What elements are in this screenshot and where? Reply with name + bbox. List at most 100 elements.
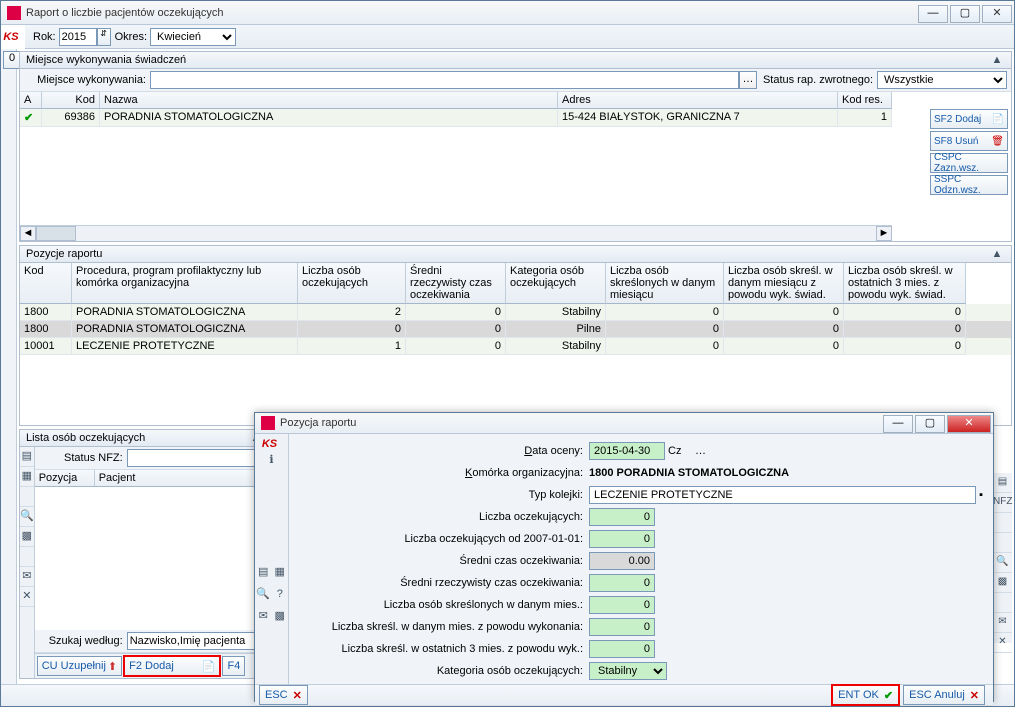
skres-label: Liczba osób skreślonych w danym mies.: bbox=[289, 599, 589, 611]
locz-label: Liczba oczekujących: bbox=[289, 511, 589, 523]
lista-title: Lista osób oczekujących bbox=[26, 432, 145, 444]
col-a[interactable]: A bbox=[20, 92, 42, 109]
typ-lookup-button[interactable]: ▪ bbox=[979, 489, 983, 501]
modal-left-tools: KS ℹ ▤▦ 🔍? ✉▩ bbox=[255, 434, 289, 684]
pozycje-row[interactable]: 1800PORADNIA STOMATOLOGICZNA00Pilne000 bbox=[20, 321, 1011, 338]
rtool-nfz[interactable]: NFZ bbox=[993, 493, 1012, 513]
tool-calc-icon[interactable]: ▦ bbox=[20, 467, 34, 487]
modal-title: Pozycja raportu bbox=[280, 417, 883, 429]
status-label: Status rap. zwrotnego: bbox=[763, 74, 873, 86]
rok-label: Rok: bbox=[33, 31, 56, 43]
maximize-button[interactable]: ▢ bbox=[950, 5, 980, 23]
tool-blank bbox=[20, 487, 34, 507]
komorka-value: 1800 PORADNIA STOMATOLOGICZNA bbox=[589, 467, 983, 479]
tool-x-icon[interactable]: ✕ bbox=[20, 587, 34, 607]
tool-mail-icon[interactable]: ✉ bbox=[20, 567, 34, 587]
locz07-input[interactable] bbox=[589, 530, 655, 548]
modal-ks-logo: KS bbox=[255, 438, 284, 450]
f4-button[interactable]: F4 bbox=[222, 656, 245, 676]
modal-info-icon[interactable]: ℹ bbox=[255, 450, 288, 472]
tool-search-icon[interactable]: 🔍 bbox=[20, 507, 34, 527]
modal-tool2-icon[interactable]: ▦ bbox=[272, 562, 289, 584]
ent-ok-button[interactable]: ENT OK✔ bbox=[832, 685, 899, 705]
rtool-doc-icon[interactable]: ▤ bbox=[993, 473, 1012, 493]
cu-uzupelnij-button[interactable]: CU Uzupełnij⬆ bbox=[37, 656, 122, 676]
miejsce-hscroll[interactable]: ◄► bbox=[20, 225, 892, 241]
modal-mail-icon[interactable]: ✉ bbox=[255, 606, 272, 628]
cancel-x-icon: ✕ bbox=[970, 689, 979, 702]
rtool-blank3 bbox=[993, 593, 1012, 613]
pozycje-row[interactable]: 10001LECZENIE PROTETYCZNE10Stabilny000 bbox=[20, 338, 1011, 355]
left-gutter: 0 bbox=[1, 49, 17, 684]
tool-grid-icon[interactable]: ▩ bbox=[20, 527, 34, 547]
rok-input[interactable] bbox=[59, 28, 97, 46]
trash-icon: 🗑 bbox=[991, 136, 1004, 147]
minimize-button[interactable]: — bbox=[918, 5, 948, 23]
szukaj-label: Szukaj według: bbox=[43, 635, 123, 647]
kat-select[interactable]: Stabilny bbox=[589, 662, 667, 680]
skresw-label: Liczba skreśl. w danym mies. z powodu wy… bbox=[289, 621, 589, 633]
rtool-x-icon[interactable]: ✕ bbox=[993, 633, 1012, 653]
lista-status-label: Status NFZ: bbox=[43, 452, 123, 464]
pozycje-title: Pozycje raportu bbox=[26, 248, 102, 260]
miejsce-input[interactable] bbox=[150, 71, 739, 89]
close-button[interactable]: ✕ bbox=[982, 5, 1012, 23]
sspc-button[interactable]: SSPC Odzn.wsz. bbox=[930, 175, 1008, 195]
modal-maximize-button[interactable]: ▢ bbox=[915, 415, 945, 433]
rtool-blank2 bbox=[993, 533, 1012, 553]
modal-tool1-icon[interactable]: ▤ bbox=[255, 562, 272, 584]
modal-help-icon[interactable]: ? bbox=[272, 584, 289, 606]
row-check-icon: ✔ bbox=[20, 109, 42, 127]
col-nazwa[interactable]: Nazwa bbox=[100, 92, 558, 109]
rtool-mail-icon[interactable]: ✉ bbox=[993, 613, 1012, 633]
sf8-usun-button[interactable]: SF8 Usuń🗑 bbox=[930, 131, 1008, 151]
data-lookup-button[interactable]: … bbox=[695, 445, 706, 457]
rtool-search-icon[interactable]: 🔍 bbox=[993, 553, 1012, 573]
miejsce-collapse[interactable]: ▲ bbox=[989, 54, 1005, 66]
status-select[interactable]: Wszystkie bbox=[877, 71, 1007, 89]
col-adres[interactable]: Adres bbox=[558, 92, 838, 109]
tool-doc-icon[interactable]: ▤ bbox=[20, 447, 34, 467]
tool-blank2 bbox=[20, 547, 34, 567]
x-icon: ✕ bbox=[293, 689, 302, 702]
main-titlebar: Raport o liczbie pacjentów oczekujących … bbox=[1, 1, 1014, 25]
sred-label: Średni czas oczekiwania: bbox=[289, 555, 589, 567]
col-kodres[interactable]: Kod res. bbox=[838, 92, 892, 109]
skresw-input[interactable] bbox=[589, 618, 655, 636]
modal-esc-button[interactable]: ESC✕ bbox=[259, 685, 308, 705]
sredr-input[interactable] bbox=[589, 574, 655, 592]
sf2-dodaj-button[interactable]: SF2 Dodaj📄 bbox=[930, 109, 1008, 129]
skres3-input[interactable] bbox=[589, 640, 655, 658]
rtool-grid-icon[interactable]: ▩ bbox=[993, 573, 1012, 593]
modal-titlebar: Pozycja raportu — ▢ ✕ bbox=[255, 413, 993, 434]
modal-window: Pozycja raportu — ▢ ✕ KS ℹ ▤▦ 🔍? ✉▩ Data… bbox=[254, 412, 994, 702]
modal-search-icon[interactable]: 🔍 bbox=[255, 584, 272, 606]
skres-input[interactable] bbox=[589, 596, 655, 614]
locz-input[interactable] bbox=[589, 508, 655, 526]
esc-anuluj-button[interactable]: ESC Anuluj✕ bbox=[903, 685, 985, 705]
miejsce-lookup-button[interactable]: … bbox=[739, 71, 757, 89]
main-title: Raport o liczbie pacjentów oczekujących bbox=[26, 7, 918, 19]
lista-status-select[interactable] bbox=[127, 449, 275, 467]
skres3-label: Liczba skreśl. w ostatnich 3 mies. z pow… bbox=[289, 643, 589, 655]
f2-dodaj-button[interactable]: F2 Dodaj📄 bbox=[124, 656, 220, 676]
sredr-label: Średni rzeczywisty czas oczekiwania: bbox=[289, 577, 589, 589]
pozycje-collapse[interactable]: ▲ bbox=[989, 248, 1005, 260]
pozycje-row[interactable]: 1800PORADNIA STOMATOLOGICZNA20Stabilny00… bbox=[20, 304, 1011, 321]
data-oceny-input[interactable] bbox=[589, 442, 665, 460]
cspc-button[interactable]: CSPC Zazn.wsz. bbox=[930, 153, 1008, 173]
rok-spinner[interactable]: ⇵ bbox=[97, 28, 111, 46]
side-buttons: SF2 Dodaj📄 SF8 Usuń🗑 CSPC Zazn.wsz. SSPC… bbox=[930, 109, 1008, 197]
miejsce-row[interactable]: ✔ 69386 PORADNIA STOMATOLOGICZNA 15-424 … bbox=[20, 109, 892, 127]
szukaj-input[interactable] bbox=[127, 632, 275, 650]
okres-label: Okres: bbox=[115, 31, 147, 43]
col-kod[interactable]: Kod bbox=[42, 92, 100, 109]
typ-kolejki-label: Typ kolejki: bbox=[289, 489, 589, 501]
typ-kolejki-input[interactable] bbox=[589, 486, 976, 504]
komorka-label: Komórka organizacyjna: bbox=[289, 467, 589, 479]
modal-grid-icon[interactable]: ▩ bbox=[272, 606, 289, 628]
modal-minimize-button[interactable]: — bbox=[883, 415, 913, 433]
okres-select[interactable]: Kwiecień bbox=[150, 28, 236, 46]
modal-close-button[interactable]: ✕ bbox=[947, 415, 991, 433]
cz-button[interactable]: Cz bbox=[668, 445, 692, 457]
